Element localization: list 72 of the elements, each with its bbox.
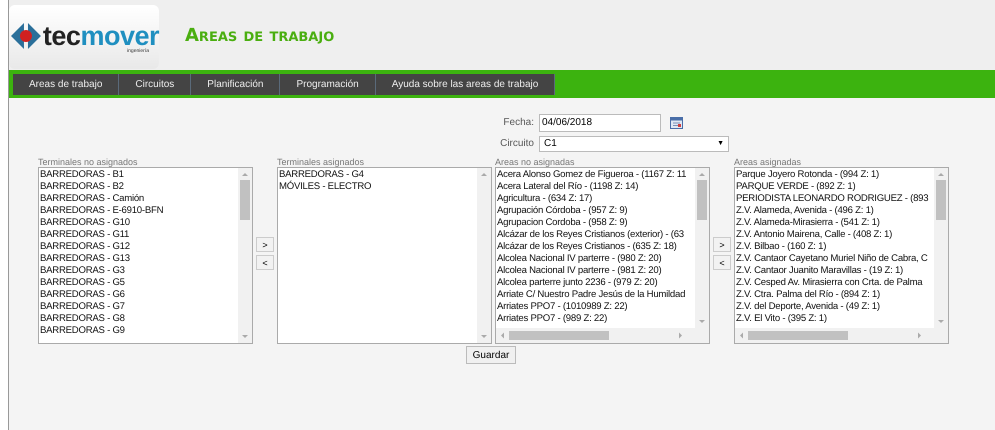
- vertical-scrollbar[interactable]: [238, 168, 252, 343]
- move-right-button[interactable]: >: [713, 237, 731, 252]
- list-item[interactable]: Z.V. Bilbao - (160 Z: 1): [736, 241, 826, 253]
- horizontal-scrollbar[interactable]: [735, 328, 948, 343]
- list-item[interactable]: Z.V. Cantaor Juanito Maravillas - (19 Z: 1): [736, 265, 903, 277]
- move-right-button[interactable]: >: [256, 237, 274, 252]
- list-item[interactable]: BARREDORAS - G12: [40, 241, 130, 253]
- list-box[interactable]: [38, 167, 253, 344]
- circuit-label: Circuito: [499, 138, 534, 149]
- list-item[interactable]: Acera Lateral del Río - (1198 Z: 14): [497, 181, 638, 193]
- list-item[interactable]: Alcázar de los Reyes Cristianos (exterior) - (63: [497, 229, 684, 241]
- list-item[interactable]: Z.V. El Vito - (395 Z: 1): [736, 313, 827, 325]
- vertical-scrollbar[interactable]: [934, 168, 948, 328]
- list-item[interactable]: BARREDORAS - G8: [40, 313, 125, 325]
- move-left-button[interactable]: <: [256, 255, 274, 270]
- list-item[interactable]: Agricultura - (634 Z: 17): [497, 193, 592, 205]
- vertical-scrollbar[interactable]: [695, 168, 709, 328]
- list-item[interactable]: BARREDORAS - G13: [40, 253, 130, 265]
- menu-item[interactable]: Programación: [280, 74, 376, 94]
- list-item[interactable]: BARREDORAS - G5: [40, 277, 125, 289]
- list-item[interactable]: Parque Joyero Rotonda - (994 Z: 1): [736, 169, 879, 181]
- menu-item[interactable]: Areas de trabajo: [13, 74, 120, 94]
- list-item[interactable]: BARREDORAS - G11: [40, 229, 130, 241]
- list-item[interactable]: Arriates PPO7 - (989 Z: 22): [497, 313, 608, 325]
- list-item[interactable]: Acera Alonso Gomez de Figueroa - (1167 Z: 11: [497, 169, 686, 181]
- date-field[interactable]: 04/06/2018: [539, 114, 661, 132]
- list-box[interactable]: [734, 167, 949, 344]
- list-item[interactable]: BARREDORAS - G10: [40, 217, 130, 229]
- list-item[interactable]: Z.V. Antonio Mairena, Calle - (408 Z: 1): [736, 229, 892, 241]
- list-item[interactable]: PARQUE VERDE - (892 Z: 1): [736, 181, 856, 193]
- list-item[interactable]: BARREDORAS - G4: [279, 169, 364, 181]
- list-label: Terminales no asignados: [38, 157, 139, 167]
- date-label: Fecha:: [502, 117, 534, 128]
- list-item[interactable]: Agrupación Córdoba - (957 Z: 9): [497, 205, 628, 217]
- list-item[interactable]: PERIODISTA LEONARDO RODRIGUEZ - (893: [736, 193, 928, 205]
- list-item[interactable]: Z.V. del Deporte, Avenida - (49 Z: 1): [736, 301, 880, 313]
- list-item[interactable]: MÓVILES - ELECTRO: [279, 181, 372, 193]
- list-item[interactable]: BARREDORAS - G7: [40, 301, 125, 313]
- calendar-icon[interactable]: [670, 116, 683, 128]
- list-item[interactable]: BARREDORAS - B2: [40, 181, 124, 193]
- list-item[interactable]: Z.V. Cantaor Cayetano Muriel Niño de Cabra, C: [736, 253, 928, 265]
- list-item[interactable]: Alcázar de los Reyes Cristianos - (635 Z: 18): [497, 241, 677, 253]
- list-item[interactable]: Z.V. Alameda-Mirasierra - (541 Z: 1): [736, 217, 880, 229]
- horizontal-scrollbar[interactable]: [496, 328, 709, 343]
- list-item[interactable]: Z.V. Alameda, Avenida - (496 Z: 1): [736, 205, 874, 217]
- list-item[interactable]: Arriate C/ Nuestro Padre Jesús de la Humildad: [497, 289, 686, 301]
- list-item[interactable]: Alcolea Nacional IV parterre - (981 Z: 20): [497, 265, 662, 277]
- list-label: Areas asignadas: [734, 157, 802, 167]
- list-item[interactable]: Alcolea Nacional IV parterre - (980 Z: 20): [497, 253, 662, 265]
- list-box[interactable]: BARREDORAS - G4 MÓVILES - ELECTRO: [277, 167, 492, 344]
- list-box[interactable]: [495, 167, 710, 344]
- menu-item[interactable]: Ayuda sobre las areas de trabajo: [376, 74, 556, 94]
- list-item[interactable]: BARREDORAS - G9: [40, 325, 125, 337]
- page-title: Areas de trabajo: [185, 24, 334, 46]
- logo-mark-icon: [11, 23, 41, 49]
- list-item[interactable]: BARREDORAS - G6: [40, 289, 125, 301]
- list-label: Areas no asignadas: [495, 157, 576, 167]
- menu-item[interactable]: Planificación: [191, 74, 280, 94]
- list-label: Terminales asignados: [277, 157, 366, 167]
- move-left-button[interactable]: <: [713, 255, 731, 270]
- list-item[interactable]: Arriates PPO7 - (1010989 Z: 22): [497, 301, 628, 313]
- list-item[interactable]: Z.V. Cesped Av. Mirasierra con Crta. de Palma: [736, 277, 922, 289]
- save-button[interactable]: Guardar: [466, 346, 516, 364]
- list-item[interactable]: Agrupacion Cordoba - (958 Z: 9): [497, 217, 628, 229]
- list-item[interactable]: BARREDORAS - E-6910-BFN: [40, 205, 164, 217]
- list-item[interactable]: Alcolea parterre junto 2236 - (979 Z: 20): [497, 277, 658, 289]
- vertical-scrollbar[interactable]: [477, 168, 491, 343]
- list-item[interactable]: BARREDORAS - B1: [40, 169, 124, 181]
- list-item[interactable]: BARREDORAS - Camión: [40, 193, 144, 205]
- menu-item[interactable]: Circuitos: [119, 74, 192, 94]
- list-item[interactable]: BARREDORAS - G3: [40, 265, 125, 277]
- list-item[interactable]: Z.V. Ctra. Palma del Río - (894 Z: 1): [736, 289, 880, 301]
